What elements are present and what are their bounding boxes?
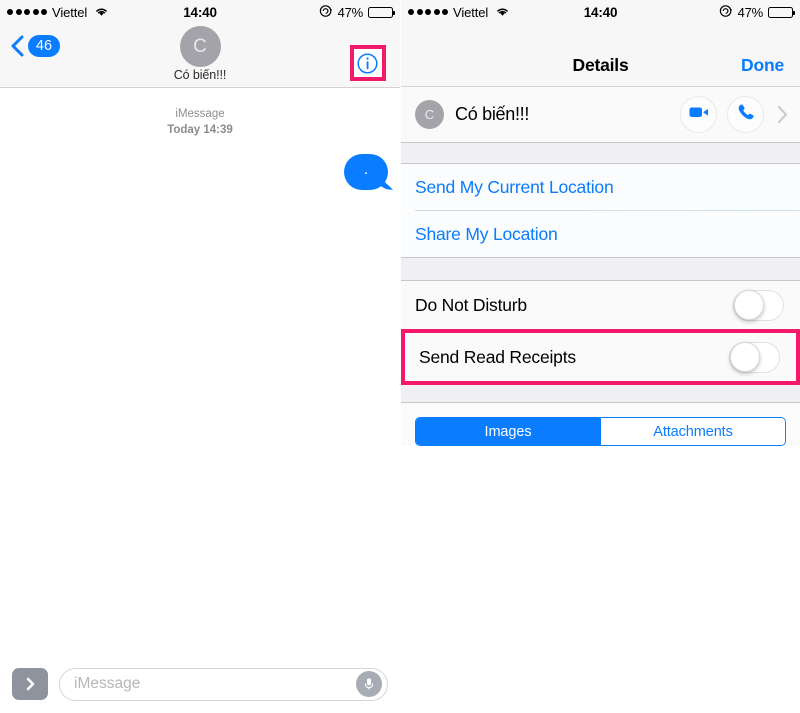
avatar: C: [179, 26, 221, 67]
rotation-lock-icon: [719, 4, 733, 21]
battery-percent-label: 47%: [337, 4, 364, 20]
message-list[interactable]: iMessage Today 14:39 .: [0, 89, 400, 655]
segmented-control[interactable]: Images Attachments: [415, 417, 786, 446]
chevron-right-icon: [777, 105, 788, 124]
messages-conversation-screen: Viettel 14:40 47% 46 C Có biến!!! iMessa…: [0, 0, 400, 713]
toggle-knob: [730, 342, 760, 372]
info-circle-icon[interactable]: [357, 53, 378, 74]
attachments-segment-area: Images Attachments: [401, 403, 800, 446]
segment-attachments[interactable]: Attachments: [600, 418, 785, 445]
battery-icon: [368, 6, 396, 18]
do-not-disturb-row[interactable]: Do Not Disturb: [401, 281, 800, 329]
do-not-disturb-label: Do Not Disturb: [415, 294, 527, 315]
details-nav-bar: Details Done: [401, 24, 800, 87]
message-input-placeholder: iMessage: [74, 675, 141, 692]
done-button[interactable]: Done: [741, 55, 784, 76]
share-my-location-label: Share My Location: [415, 223, 558, 244]
message-date-time: Today 14:39: [167, 123, 233, 136]
segment-images[interactable]: Images: [416, 418, 600, 445]
imessage-service-label: iMessage: [175, 108, 225, 120]
status-bar-right: Viettel 14:40 47%: [401, 0, 800, 24]
contact-name-label: Có biến!!!: [455, 104, 530, 124]
phone-icon: [737, 103, 755, 126]
conversation-contact-name: Có biến!!!: [173, 68, 227, 82]
contact-actions: [680, 96, 788, 133]
status-bar-right-group: 47%: [719, 4, 796, 21]
video-camera-icon: [689, 105, 709, 124]
avatar: C: [415, 100, 444, 129]
dual-screenshot-container: Viettel 14:40 47% 46 C Có biến!!! iMessa…: [0, 0, 800, 713]
microphone-icon[interactable]: [356, 671, 382, 697]
message-details-screen: Viettel 14:40 47% Details Done C Có biến…: [400, 0, 800, 713]
status-bar-left: Viettel 14:40 47%: [0, 0, 400, 24]
section-gap-2: [401, 257, 800, 281]
rotation-lock-icon: [319, 4, 333, 21]
send-read-receipts-highlight: Send Read Receipts: [401, 329, 800, 385]
toggle-knob: [734, 290, 764, 320]
send-read-receipts-toggle[interactable]: [729, 341, 780, 373]
status-bar-right-group: 47%: [319, 4, 396, 21]
message-timestamp-header: iMessage Today 14:39: [0, 107, 400, 139]
battery-icon: [768, 6, 796, 18]
message-bubble[interactable]: .: [344, 153, 388, 190]
do-not-disturb-toggle[interactable]: [733, 289, 784, 321]
conversation-title-group[interactable]: C Có biến!!!: [0, 26, 400, 82]
section-gap-1: [401, 142, 800, 164]
contact-row[interactable]: C Có biến!!!: [401, 87, 800, 142]
share-my-location-row[interactable]: Share My Location: [401, 211, 800, 257]
send-read-receipts-row[interactable]: Send Read Receipts: [405, 333, 796, 381]
send-read-receipts-label: Send Read Receipts: [419, 346, 576, 367]
message-row-outgoing: .: [0, 153, 400, 190]
app-drawer-chevron-icon[interactable]: [12, 668, 48, 700]
video-call-button[interactable]: [680, 96, 717, 133]
message-text-field[interactable]: iMessage: [59, 667, 388, 701]
message-input-toolbar: iMessage: [0, 655, 400, 713]
battery-percent-label: 47%: [737, 4, 764, 20]
send-my-current-location-row[interactable]: Send My Current Location: [401, 164, 800, 210]
location-section: Send My Current Location Share My Locati…: [401, 164, 800, 257]
conversation-nav-bar: 46 C Có biến!!!: [0, 24, 400, 88]
send-my-current-location-label: Send My Current Location: [415, 176, 614, 197]
audio-call-button[interactable]: [727, 96, 764, 133]
section-gap-3: [401, 385, 800, 403]
